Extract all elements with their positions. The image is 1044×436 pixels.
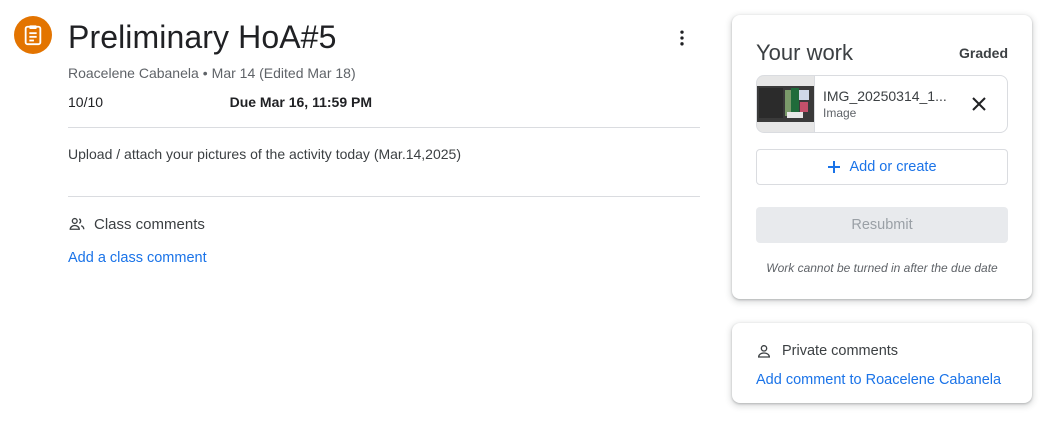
attachment-text: IMG_20250314_1... Image [823,87,963,121]
close-icon [972,97,986,111]
add-or-create-button[interactable]: Add or create [756,149,1008,185]
divider [68,127,700,128]
due-date: Due Mar 16, 11:59 PM [229,94,372,110]
posted-date: Mar 14 (Edited Mar 18) [211,65,356,81]
assignment-description: Upload / attach your pictures of the act… [68,146,461,162]
remove-attachment-button[interactable] [963,88,995,120]
class-comments-heading: Class comments [68,214,205,234]
plus-icon [827,160,841,174]
assignment-main: Preliminary HoA#5 Roacelene Cabanela • Mar… [0,0,716,436]
add-or-create-label: Add or create [849,159,937,175]
assignment-icon [14,16,52,54]
assignment-meta: Roacelene Cabanela • Mar 14 (Edited Mar 18… [68,64,356,82]
points-score: 10/10 [68,94,104,110]
private-comments-card: Private comments Add comment to Roacelen… [732,323,1032,403]
more-options-button[interactable] [666,22,698,54]
meta-separator: • [202,65,208,81]
your-work-card: Your work Graded IMG_20250314_1... Image [732,15,1032,299]
attachment-thumbnail [757,76,815,132]
more-vert-icon [680,30,684,46]
people-icon [68,214,88,234]
assignment-title: Preliminary HoA#5 [68,19,337,55]
add-class-comment-link[interactable]: Add a class comment [68,249,207,267]
author-name: Roacelene Cabanela [68,65,199,81]
person-icon [756,341,776,361]
class-comments-label: Class comments [94,215,205,233]
attachment-type: Image [823,106,857,120]
add-private-comment-link[interactable]: Add comment to Roacelene Cabanela [756,371,1001,389]
attachment-name: IMG_20250314_1... [823,88,947,104]
private-comments-label: Private comments [782,343,899,359]
resubmit-button[interactable]: Resubmit [756,207,1008,243]
divider [68,196,700,197]
due-date-note: Work cannot be turned in after the due d… [766,261,998,275]
private-comments-heading: Private comments [756,341,898,361]
your-work-title: Your work [756,40,854,65]
grade-status: Graded [958,45,1008,61]
attachment-item[interactable]: IMG_20250314_1... Image [756,75,1008,133]
